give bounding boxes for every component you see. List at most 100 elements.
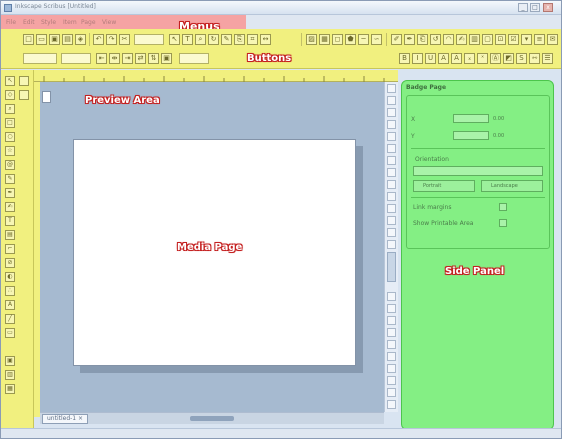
font-select[interactable] xyxy=(61,53,91,64)
gradient-tool-icon[interactable]: ▤ xyxy=(5,230,15,240)
pointer-tool-icon[interactable]: ↖ xyxy=(5,76,15,86)
layers-tool-icon[interactable]: ▣ xyxy=(5,356,15,366)
scroll-button[interactable] xyxy=(387,180,396,189)
font-size-icon[interactable]: A xyxy=(438,53,449,64)
horizontal-scroll-thumb[interactable] xyxy=(190,416,234,421)
polygon-icon[interactable]: ⬟ xyxy=(345,34,356,45)
pdf-combo-icon[interactable]: ▾ xyxy=(521,34,532,45)
scroll-button[interactable] xyxy=(387,340,396,349)
pencil-tool-icon[interactable]: ✎ xyxy=(5,174,15,184)
maximize-button[interactable]: □ xyxy=(530,3,540,12)
scroll-button[interactable] xyxy=(387,156,396,165)
dropper-tool-icon[interactable]: ⊘ xyxy=(5,258,15,268)
menu-edit[interactable]: Edit xyxy=(23,19,35,26)
edit-contents-icon[interactable]: ✎ xyxy=(221,34,232,45)
landscape-button[interactable]: Landscape xyxy=(481,180,543,192)
line-spacing-icon[interactable]: ☰ xyxy=(542,53,553,64)
pdf-annotation-icon[interactable]: ✉ xyxy=(547,34,558,45)
y-field[interactable] xyxy=(453,131,489,140)
scroll-button[interactable] xyxy=(387,204,396,213)
pdf-text-field-icon[interactable]: ⊡ xyxy=(495,34,506,45)
cut-icon[interactable]: ✂ xyxy=(119,34,130,45)
rectangle-tool-icon[interactable]: □ xyxy=(5,118,15,128)
measure-icon[interactable]: ↔ xyxy=(260,34,271,45)
copy-properties-icon[interactable]: ⎗ xyxy=(417,34,428,45)
tool-options-icon[interactable] xyxy=(19,90,29,100)
scroll-button[interactable] xyxy=(387,228,396,237)
new-document-icon[interactable]: □ xyxy=(23,34,34,45)
unlink-frames-icon[interactable]: ⌗ xyxy=(247,34,258,45)
zoom-icon[interactable]: ⌕ xyxy=(195,34,206,45)
superscript-icon[interactable]: ˣ xyxy=(477,53,488,64)
scroll-button[interactable] xyxy=(387,120,396,129)
scroll-tool-icon[interactable]: ▥ xyxy=(5,370,15,380)
text-frame-icon[interactable]: T xyxy=(182,34,193,45)
tool-options-icon[interactable] xyxy=(19,76,29,86)
rotate-icon[interactable]: ↻ xyxy=(208,34,219,45)
align-left-icon[interactable]: ⇤ xyxy=(96,53,107,64)
bezier-icon[interactable]: ∽ xyxy=(371,34,382,45)
connector-tool-icon[interactable]: ⌐ xyxy=(5,244,15,254)
scroll-button[interactable] xyxy=(387,292,396,301)
calligraphy-tool-icon[interactable]: ✍ xyxy=(5,202,15,212)
portrait-button[interactable]: Portrait xyxy=(413,180,475,192)
pdf-icon[interactable]: ◈ xyxy=(75,34,86,45)
pdf-push-button-icon[interactable]: ▢ xyxy=(482,34,493,45)
scroll-button[interactable] xyxy=(387,132,396,141)
open-file-icon[interactable]: ▭ xyxy=(36,34,47,45)
scroll-button[interactable] xyxy=(387,352,396,361)
menu-file[interactable]: File xyxy=(6,19,16,26)
vertical-scrollbar[interactable] xyxy=(384,82,398,412)
scroll-button[interactable] xyxy=(387,376,396,385)
eraser-tool-icon[interactable]: ▭ xyxy=(5,328,15,338)
bold-icon[interactable]: B xyxy=(399,53,410,64)
print-icon[interactable]: ▤ xyxy=(62,34,73,45)
redo-icon[interactable]: ↷ xyxy=(106,34,117,45)
barcode-icon[interactable]: ▥ xyxy=(469,34,480,45)
subscript-icon[interactable]: ₓ xyxy=(464,53,475,64)
size-select[interactable] xyxy=(179,53,209,64)
outline-icon[interactable]: Ⓐ xyxy=(490,53,501,64)
freehand-icon[interactable]: ✐ xyxy=(391,34,402,45)
spiral-tool-icon[interactable]: @ xyxy=(5,160,15,170)
paint-bucket-tool-icon[interactable]: ◐ xyxy=(5,272,15,282)
scroll-button[interactable] xyxy=(387,168,396,177)
italic-icon[interactable]: I xyxy=(412,53,423,64)
select-icon[interactable]: ↖ xyxy=(169,34,180,45)
image-frame-icon[interactable]: ▨ xyxy=(306,34,317,45)
pen-tool-icon[interactable]: ✒ xyxy=(5,188,15,198)
shadow-icon[interactable]: ◩ xyxy=(503,53,514,64)
flip-vertical-icon[interactable]: ⇅ xyxy=(148,53,159,64)
document-tab[interactable]: untitled-1 × xyxy=(42,414,89,424)
text-tool-icon[interactable]: T xyxy=(5,216,15,226)
flip-horizontal-icon[interactable]: ⇄ xyxy=(135,53,146,64)
pdf-checkbox-icon[interactable]: ☑ xyxy=(508,34,519,45)
style-select[interactable] xyxy=(23,53,57,64)
minimize-button[interactable]: _ xyxy=(518,3,528,12)
lock-icon[interactable]: ▣ xyxy=(161,53,172,64)
shape-icon[interactable]: ◻ xyxy=(332,34,343,45)
link-margins-checkbox[interactable] xyxy=(499,203,507,211)
scroll-button[interactable] xyxy=(387,328,396,337)
arc-icon[interactable]: ◠ xyxy=(443,34,454,45)
scroll-down-button[interactable] xyxy=(387,400,396,409)
scroll-up-button[interactable] xyxy=(387,84,396,93)
link-frames-icon[interactable]: ⎘ xyxy=(234,34,245,45)
pdf-list-icon[interactable]: ≡ xyxy=(534,34,545,45)
scroll-button[interactable] xyxy=(387,240,396,249)
eyedropper-icon[interactable]: ✒ xyxy=(404,34,415,45)
scroll-button[interactable] xyxy=(387,108,396,117)
underline-icon[interactable]: U xyxy=(425,53,436,64)
line-tool-icon[interactable]: ╱ xyxy=(5,314,15,324)
line-icon[interactable]: ─ xyxy=(358,34,369,45)
menu-view[interactable]: View xyxy=(102,19,116,26)
calligraphic-icon[interactable]: ✍ xyxy=(456,34,467,45)
text-color-icon[interactable]: Ā xyxy=(451,53,462,64)
scroll-button[interactable] xyxy=(387,364,396,373)
scroll-button[interactable] xyxy=(387,144,396,153)
align-right-icon[interactable]: ⇥ xyxy=(122,53,133,64)
scroll-button[interactable] xyxy=(387,192,396,201)
zoom-tool-icon[interactable]: ⌕ xyxy=(5,104,15,114)
vertical-scroll-thumb[interactable] xyxy=(387,252,396,282)
x-field[interactable] xyxy=(453,114,489,123)
